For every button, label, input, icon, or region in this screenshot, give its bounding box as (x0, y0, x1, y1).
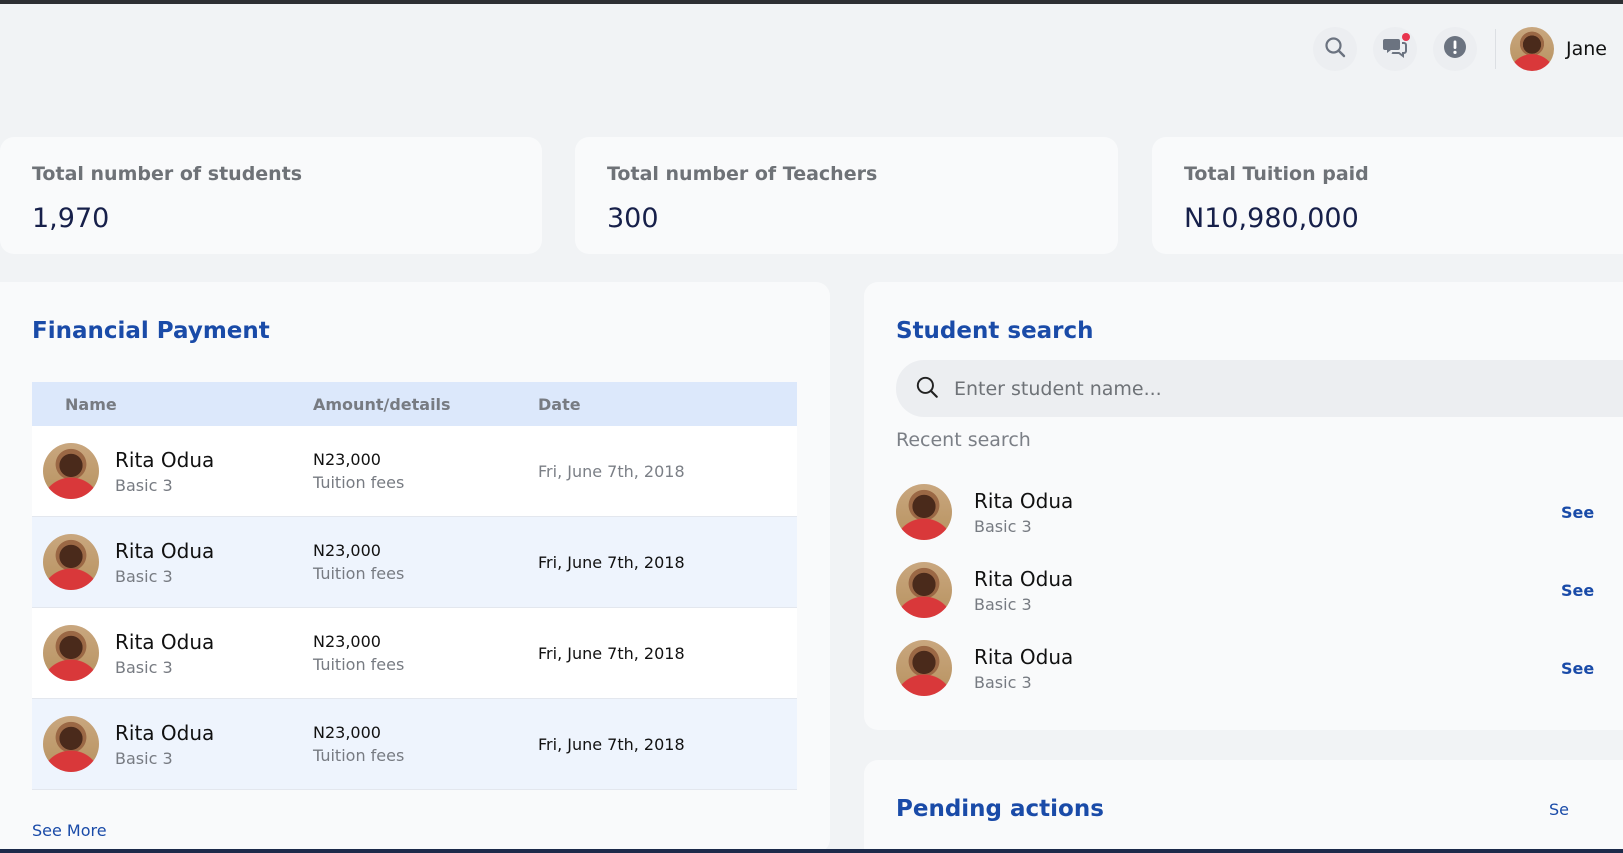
name-block: Rita Odua Basic 3 (974, 489, 1073, 536)
stat-label: Total number of students (32, 163, 303, 185)
avatar (896, 562, 952, 618)
amount-cell: N23,000 Tuition fees (313, 450, 538, 492)
name-block: Rita Odua Basic 3 (115, 448, 214, 495)
see-all-link[interactable]: Se (1549, 800, 1569, 819)
payment-details: Tuition fees (313, 564, 405, 583)
student-name: Rita Odua (974, 488, 1074, 513)
recent-search-item[interactable]: Rita Odua Basic 3 See (896, 640, 1623, 696)
column-header-date: Date (538, 394, 581, 414)
avatar (1510, 27, 1554, 71)
payment-amount: N23,000 (313, 723, 381, 742)
window-bottom-border (0, 849, 1623, 853)
stat-value: 300 (607, 203, 659, 234)
alert-icon (1443, 35, 1467, 63)
student-name: Rita Odua (974, 566, 1074, 591)
name-cell: Rita Odua Basic 3 (32, 716, 313, 772)
student-name: Rita Odua (115, 629, 215, 654)
search-button[interactable] (1313, 27, 1357, 71)
stat-value: N10,980,000 (1184, 203, 1359, 234)
payment-amount: N23,000 (313, 450, 381, 469)
name-block: Rita Odua Basic 3 (115, 721, 214, 768)
student-search-panel: Student search Recent search Rita Odua B… (864, 282, 1623, 730)
search-icon (896, 374, 940, 404)
payment-date: Fri, June 7th, 2018 (538, 734, 685, 754)
column-header-amount: Amount/details (313, 394, 451, 414)
name-block: Rita Odua Basic 3 (115, 630, 214, 677)
panel-title: Student search (896, 318, 1094, 344)
student-class: Basic 3 (974, 516, 1032, 536)
student-class: Basic 3 (115, 475, 173, 495)
avatar (43, 534, 99, 590)
payment-amount: N23,000 (313, 632, 381, 651)
see-more-link[interactable]: See More (32, 821, 107, 840)
column-header-name: Name (65, 394, 117, 414)
name-cell: Rita Odua Basic 3 (32, 625, 313, 681)
payment-amount: N23,000 (313, 541, 381, 560)
avatar (43, 443, 99, 499)
avatar (43, 716, 99, 772)
table-row[interactable]: Rita Odua Basic 3 N23,000 Tuition fees F… (32, 517, 797, 608)
payment-details: Tuition fees (313, 473, 405, 492)
table-row[interactable]: Rita Odua Basic 3 N23,000 Tuition fees F… (32, 426, 797, 517)
student-name: Rita Odua (115, 538, 215, 563)
payment-date: Fri, June 7th, 2018 (538, 461, 685, 481)
financial-payment-panel: Financial Payment Name Amount/details Da… (0, 282, 830, 853)
student-name: Rita Odua (974, 644, 1074, 669)
search-icon (1323, 35, 1347, 63)
stat-card-tuition: Total Tuition paid N10,980,000 (1152, 137, 1623, 254)
name-block: Rita Odua Basic 3 (974, 567, 1073, 614)
header-actions: Jane (1313, 24, 1607, 74)
name-block: Rita Odua Basic 3 (974, 645, 1073, 692)
student-search-input[interactable] (952, 376, 1556, 401)
name-block: Rita Odua Basic 3 (115, 539, 214, 586)
student-name: Rita Odua (115, 447, 215, 472)
name-cell: Rita Odua Basic 3 (32, 443, 313, 499)
window-top-border (0, 0, 1623, 4)
notification-dot (1402, 33, 1410, 41)
panel-title: Pending actions (896, 796, 1104, 822)
amount-cell: N23,000 Tuition fees (313, 541, 538, 583)
payment-details: Tuition fees (313, 746, 405, 765)
payments-table: Name Amount/details Date Rita Odua Basic… (32, 382, 797, 790)
student-class: Basic 3 (115, 566, 173, 586)
stat-label: Total number of Teachers (607, 163, 878, 185)
student-class: Basic 3 (974, 594, 1032, 614)
user-name: Jane (1566, 38, 1607, 60)
see-profile-link[interactable]: See (1561, 581, 1594, 600)
pending-actions-panel: Pending actions Se (864, 760, 1623, 853)
header-divider (1495, 29, 1496, 69)
table-header: Name Amount/details Date (32, 382, 797, 426)
student-class: Basic 3 (974, 672, 1032, 692)
stat-value: 1,970 (32, 203, 110, 234)
payment-details: Tuition fees (313, 655, 405, 674)
see-profile-link[interactable]: See (1561, 503, 1594, 522)
user-menu[interactable]: Jane (1510, 27, 1607, 71)
stat-card-teachers: Total number of Teachers 300 (575, 137, 1118, 254)
see-profile-link[interactable]: See (1561, 659, 1594, 678)
avatar (43, 625, 99, 681)
avatar (896, 640, 952, 696)
recent-search-item[interactable]: Rita Odua Basic 3 See (896, 562, 1623, 618)
messages-button[interactable] (1373, 27, 1417, 71)
student-class: Basic 3 (115, 657, 173, 677)
payment-date: Fri, June 7th, 2018 (538, 552, 685, 572)
table-row[interactable]: Rita Odua Basic 3 N23,000 Tuition fees F… (32, 608, 797, 699)
payment-date: Fri, June 7th, 2018 (538, 643, 685, 663)
panel-title: Financial Payment (32, 318, 270, 344)
student-search-box[interactable] (896, 360, 1623, 417)
avatar (896, 484, 952, 540)
alerts-button[interactable] (1433, 27, 1477, 71)
recent-search-item[interactable]: Rita Odua Basic 3 See (896, 484, 1623, 540)
stat-label: Total Tuition paid (1184, 163, 1369, 185)
table-row[interactable]: Rita Odua Basic 3 N23,000 Tuition fees F… (32, 699, 797, 790)
student-name: Rita Odua (115, 720, 215, 745)
stat-card-students: Total number of students 1,970 (0, 137, 542, 254)
name-cell: Rita Odua Basic 3 (32, 534, 313, 590)
amount-cell: N23,000 Tuition fees (313, 723, 538, 765)
amount-cell: N23,000 Tuition fees (313, 632, 538, 674)
student-class: Basic 3 (115, 748, 173, 768)
recent-search-label: Recent search (896, 429, 1031, 451)
